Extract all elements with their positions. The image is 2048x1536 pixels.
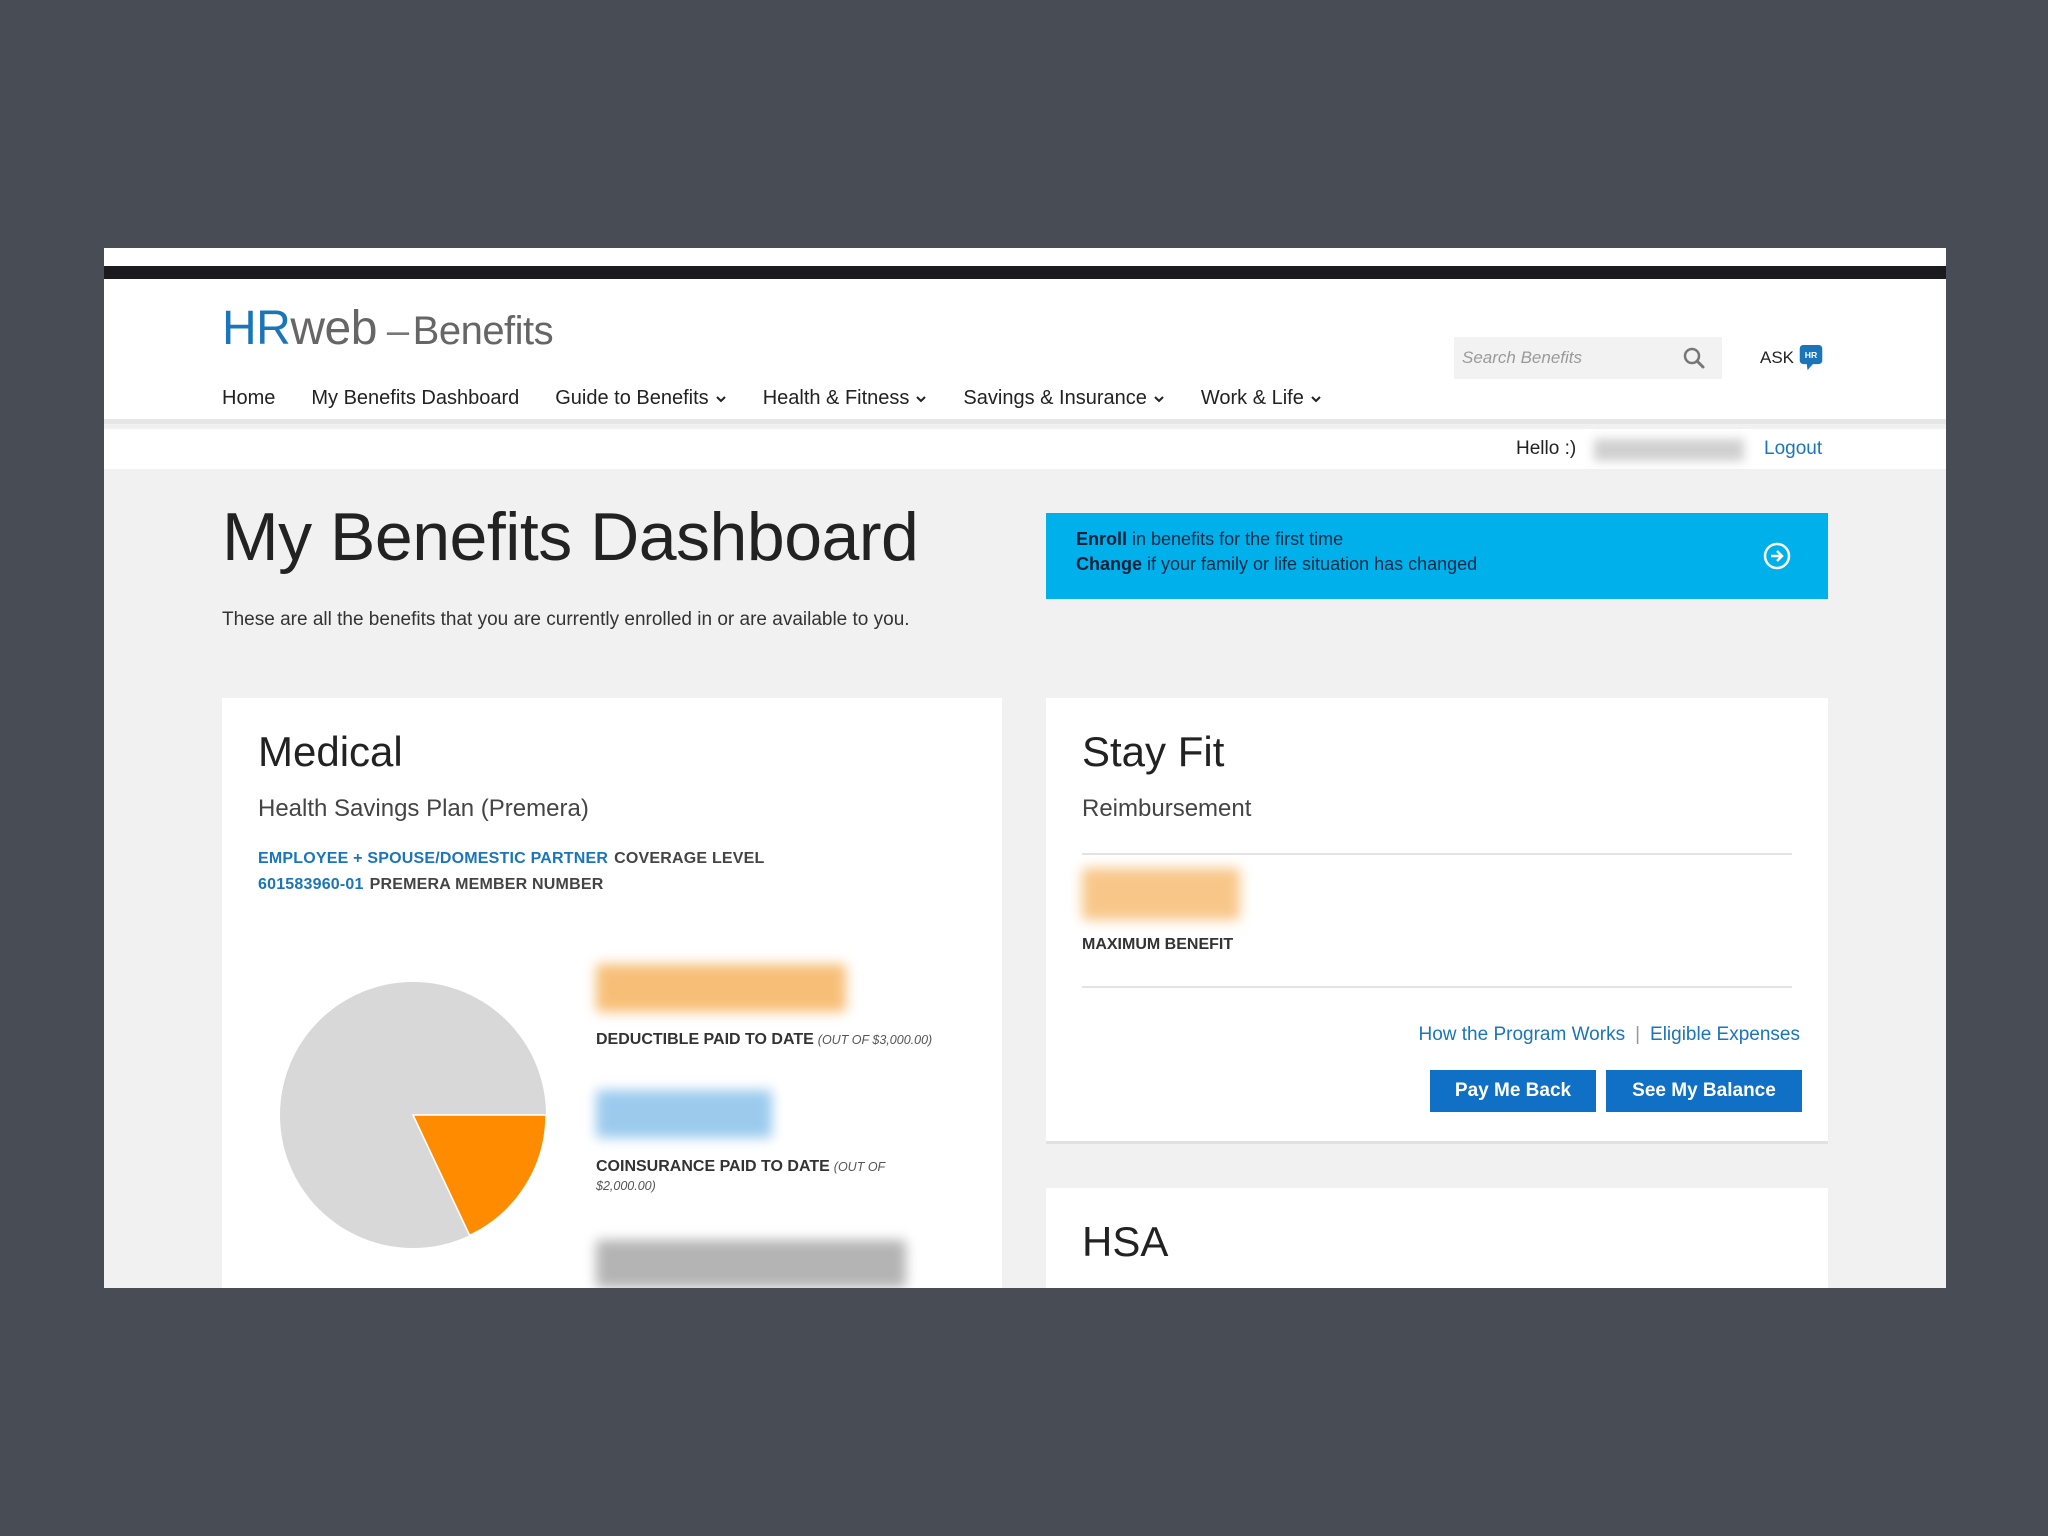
- change-bold: Change: [1076, 554, 1143, 574]
- divider: [1082, 986, 1792, 988]
- coinsurance-note-b: $2,000.00): [596, 1179, 656, 1193]
- coinsurance-label-row: COINSURANCE PAID TO DATE (OUT OF: [596, 1158, 885, 1176]
- hsa-title: HSA: [1082, 1218, 1169, 1265]
- enroll-line: Enroll in benefits for the first time: [1076, 529, 1343, 550]
- enroll-text: in benefits for the first time: [1127, 529, 1344, 549]
- chevron-down-icon: [916, 395, 927, 402]
- hr-badge-text: HR: [1805, 350, 1818, 360]
- pay-me-back-button[interactable]: Pay Me Back: [1430, 1070, 1596, 1112]
- see-my-balance-button[interactable]: See My Balance: [1606, 1070, 1802, 1112]
- change-text: if your family or life situation has cha…: [1142, 554, 1478, 574]
- top-black-bar: [104, 266, 1946, 279]
- search-icon[interactable]: [1682, 346, 1706, 370]
- user-bar: Hello :) Logout: [104, 429, 1946, 469]
- stay-fit-title: Stay Fit: [1082, 728, 1225, 775]
- coverage-level-value: EMPLOYEE + SPOUSE/DOMESTIC PARTNER: [258, 850, 609, 867]
- arrow-right-circle-icon[interactable]: [1762, 541, 1792, 571]
- logo-section: Benefits: [412, 309, 554, 353]
- medical-plan-name: Health Savings Plan (Premera): [258, 795, 589, 822]
- search-input[interactable]: [1454, 337, 1674, 379]
- how-program-works-link[interactable]: How the Program Works: [1418, 1024, 1625, 1046]
- nav-health-fitness[interactable]: Health & Fitness: [763, 387, 928, 410]
- medical-title: Medical: [258, 728, 403, 775]
- enroll-bold: Enroll: [1076, 529, 1128, 549]
- chevron-down-icon: [1311, 395, 1321, 402]
- page-description: These are all the benefits that you are …: [222, 609, 910, 630]
- nav-label: Home: [222, 387, 276, 409]
- ask-label: ASK: [1760, 348, 1795, 367]
- redacted-coinsurance-amount: [596, 1090, 772, 1138]
- nav-savings-insurance[interactable]: Savings & Insurance: [963, 387, 1164, 410]
- nav-label: Guide to Benefits: [555, 387, 709, 409]
- redacted-amount: [596, 1240, 906, 1288]
- divider: [1082, 853, 1792, 855]
- nav-label: Health & Fitness: [762, 387, 910, 409]
- member-number-value: 601583960-01: [258, 876, 364, 893]
- max-benefit-label: MAXIMUM BENEFIT: [1082, 936, 1234, 953]
- hsa-card: HSA: [1046, 1188, 1828, 1288]
- redacted-deductible-amount: [596, 964, 846, 1012]
- hrweb-logo[interactable]: HRweb – Benefits: [222, 301, 554, 356]
- deductible-pie-chart: [280, 982, 547, 1248]
- nav-label: Work & Life: [1200, 387, 1304, 409]
- stay-fit-subtitle: Reimbursement: [1082, 795, 1252, 822]
- top-strip: [104, 248, 1946, 266]
- browser-page: HRweb–Benefits ASK HR Home My Benefits D…: [104, 248, 1946, 1288]
- member-number-row: 601583960-01 PREMERA MEMBER NUMBER: [258, 876, 603, 894]
- deductible-label-row: DEDUCTIBLE PAID TO DATE (OUT OF $3,000.00…: [596, 1031, 932, 1049]
- nav-work-life[interactable]: Work & Life: [1201, 387, 1322, 410]
- medical-card: Medical Health Savings Plan (Premera) EM…: [222, 698, 1002, 1288]
- logo-dash: –: [386, 309, 409, 353]
- chat-bubble-icon: HR: [1799, 345, 1823, 371]
- main-nav: Home My Benefits Dashboard Guide to Bene…: [222, 387, 1358, 410]
- coverage-level-row: EMPLOYEE + SPOUSE/DOMESTIC PARTNER COVERA…: [258, 850, 765, 868]
- search-box: [1454, 337, 1722, 379]
- nav-guide-to-benefits[interactable]: Guide to Benefits: [555, 387, 726, 410]
- page-title: My Benefits Dashboard: [222, 499, 919, 575]
- eligible-expenses-link[interactable]: Eligible Expenses: [1650, 1024, 1800, 1046]
- chevron-down-icon: [1154, 395, 1164, 402]
- coverage-level-label: COVERAGE LEVEL: [614, 850, 765, 867]
- nav-my-benefits-dashboard[interactable]: My Benefits Dashboard: [311, 387, 519, 410]
- enroll-banner[interactable]: Enroll in benefits for the first time Ch…: [1046, 513, 1828, 599]
- stay-fit-links: How the Program Works | Eligible Expense…: [1418, 1024, 1800, 1046]
- redacted-user-name: [1594, 439, 1744, 461]
- stay-fit-card: Stay Fit Reimbursement MAXIMUM BENEFIT H…: [1046, 698, 1828, 1144]
- deductible-note: (OUT OF $3,000.00): [817, 1033, 933, 1047]
- link-separator: |: [1635, 1024, 1641, 1045]
- coinsurance-label: COINSURANCE PAID TO DATE: [596, 1158, 830, 1175]
- nav-home[interactable]: Home: [222, 387, 275, 410]
- chevron-down-icon: [715, 395, 726, 402]
- site-header: HRweb–Benefits ASK HR Home My Benefits D…: [104, 279, 1946, 424]
- deductible-label: DEDUCTIBLE PAID TO DATE: [596, 1031, 814, 1048]
- nav-label: Savings & Insurance: [963, 387, 1147, 409]
- coinsurance-note-a: (OUT OF: [833, 1160, 886, 1174]
- logo-hr: HR: [222, 302, 291, 355]
- logout-link[interactable]: Logout: [1764, 438, 1822, 460]
- ask-hr-button[interactable]: ASK HR: [1760, 341, 1824, 375]
- change-line: Change if your family or life situation …: [1076, 554, 1477, 575]
- nav-label: My Benefits Dashboard: [311, 387, 520, 409]
- greeting: Hello :): [1516, 438, 1577, 459]
- redacted-max-benefit: [1082, 868, 1240, 920]
- member-number-label: PREMERA MEMBER NUMBER: [369, 876, 604, 893]
- logo-web: web: [290, 302, 377, 355]
